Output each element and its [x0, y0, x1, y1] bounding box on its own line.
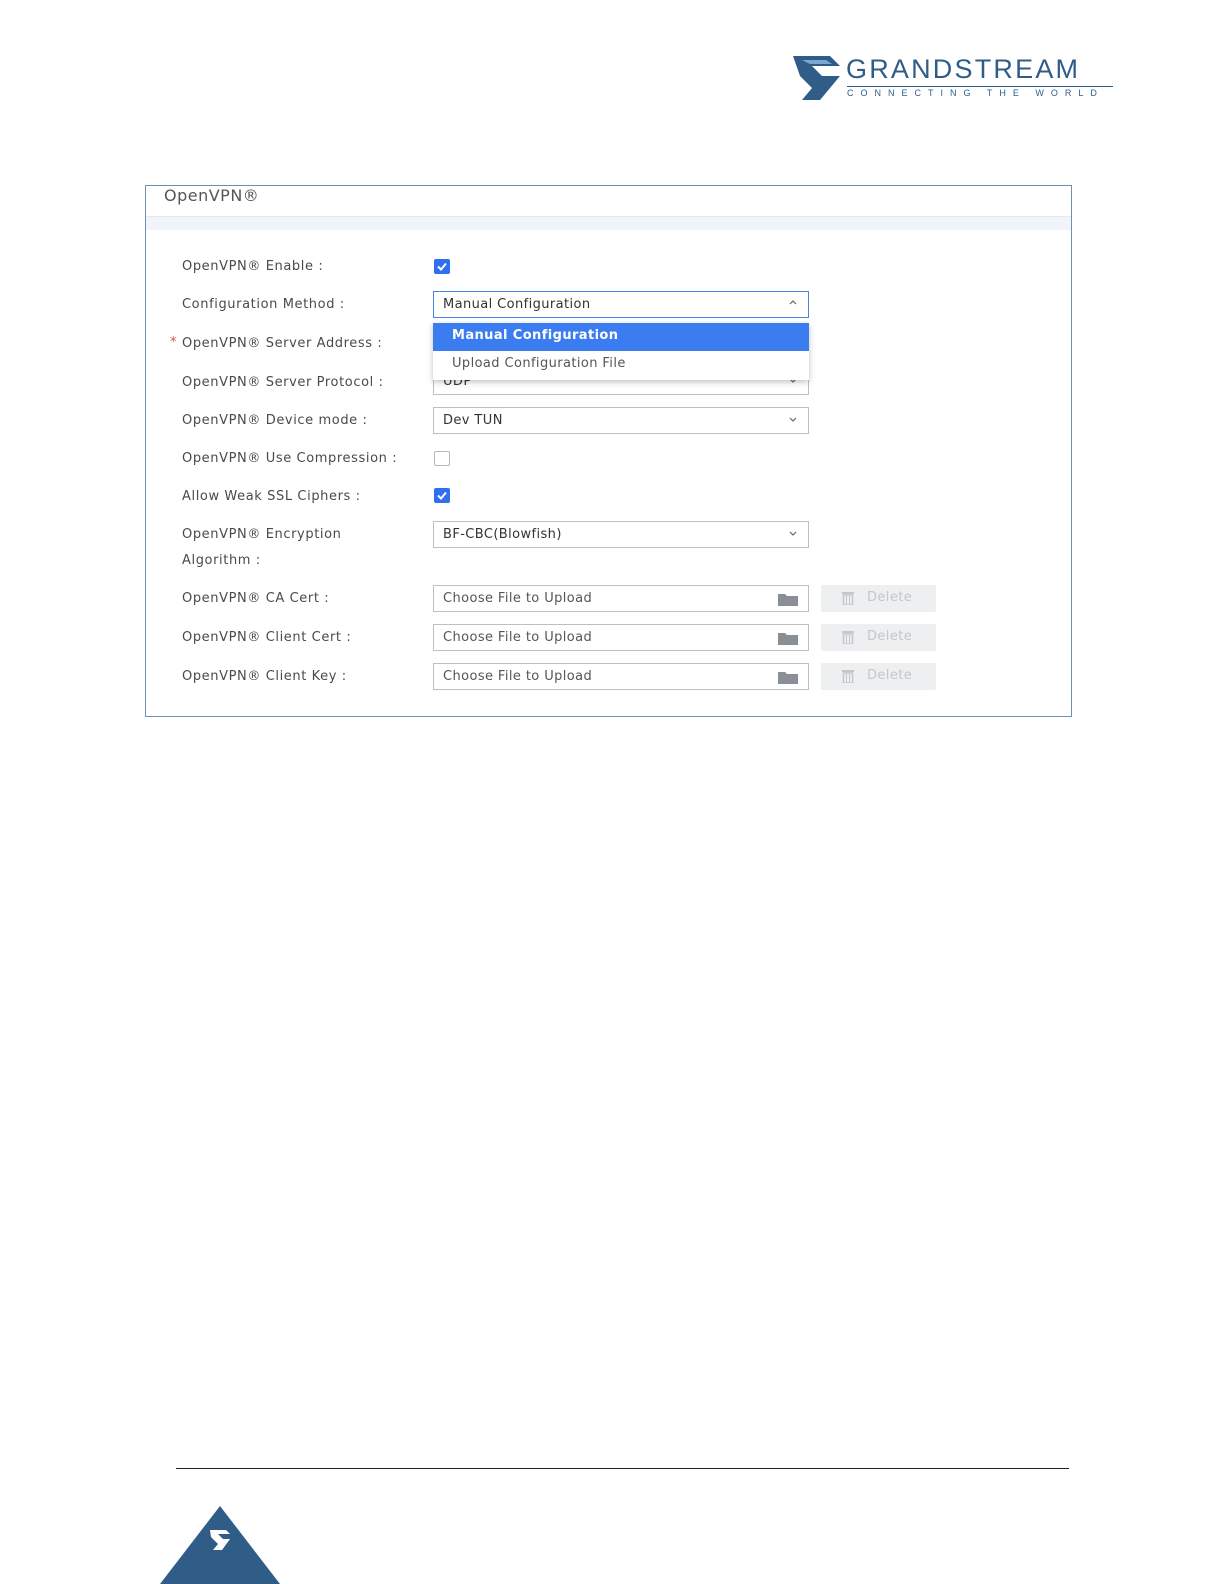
brand-rule — [847, 86, 1113, 87]
client-cert-file-input[interactable]: Choose File to Upload — [433, 624, 809, 651]
chevron-down-icon — [789, 417, 797, 422]
required-marker: * — [170, 335, 177, 350]
weak-ssl-label: Allow Weak SSL Ciphers : — [182, 489, 361, 504]
client-cert-label: OpenVPN® Client Cert : — [182, 630, 352, 645]
compression-checkbox[interactable] — [434, 451, 450, 466]
ca-cert-label: OpenVPN® CA Cert : — [182, 591, 330, 606]
grandstream-footer-icon — [160, 1506, 280, 1584]
footer-rule — [176, 1468, 1069, 1469]
client-key-file-input[interactable]: Choose File to Upload — [433, 663, 809, 690]
config-method-dropdown: Manual Configuration Upload Configuratio… — [433, 323, 809, 380]
client-cert-delete-button[interactable]: Delete — [821, 624, 936, 651]
folder-icon[interactable] — [778, 593, 798, 606]
option-label: Manual Configuration — [452, 328, 619, 343]
folder-icon[interactable] — [778, 671, 798, 684]
option-label: Upload Configuration File — [452, 356, 626, 371]
server-address-label: OpenVPN® Server Address : — [182, 336, 383, 351]
trash-icon — [842, 631, 854, 644]
encryption-value: BF-CBC(Blowfish) — [443, 527, 562, 542]
brand-tagline: CONNECTING THE WORLD — [847, 88, 1104, 98]
openvpn-panel: OpenVPN® OpenVPN® Enable : Configuration… — [145, 185, 1072, 717]
config-method-select[interactable]: Manual Configuration — [433, 291, 809, 318]
client-key-delete-button[interactable]: Delete — [821, 663, 936, 690]
compression-label: OpenVPN® Use Compression : — [182, 451, 398, 466]
encryption-select[interactable]: BF-CBC(Blowfish) — [433, 521, 809, 548]
file-placeholder: Choose File to Upload — [443, 591, 593, 606]
trash-icon — [842, 592, 854, 605]
encryption-label-line2: Algorithm : — [182, 553, 261, 568]
client-key-label: OpenVPN® Client Key : — [182, 669, 347, 684]
chevron-up-icon — [789, 300, 797, 305]
option-upload-configuration-file[interactable]: Upload Configuration File — [433, 351, 809, 379]
file-placeholder: Choose File to Upload — [443, 669, 593, 684]
brand-name: GRANDSTREAM — [846, 54, 1081, 84]
trash-icon — [842, 670, 854, 683]
server-protocol-label: OpenVPN® Server Protocol : — [182, 375, 384, 390]
delete-label: Delete — [867, 629, 913, 644]
config-method-value: Manual Configuration — [443, 297, 591, 312]
panel-header-band — [146, 216, 1071, 230]
folder-icon[interactable] — [778, 632, 798, 645]
enable-label: OpenVPN® Enable : — [182, 259, 324, 274]
delete-label: Delete — [867, 590, 913, 605]
grandstream-logo-icon — [793, 56, 840, 100]
device-mode-select[interactable]: Dev TUN — [433, 407, 809, 434]
chevron-down-icon — [789, 531, 797, 536]
panel-title: OpenVPN® — [164, 186, 260, 205]
grandstream-logo: GRANDSTREAM CONNECTING THE WORLD — [790, 52, 1120, 104]
ca-cert-file-input[interactable]: Choose File to Upload — [433, 585, 809, 612]
encryption-label-line1: OpenVPN® Encryption — [182, 527, 342, 542]
device-mode-value: Dev TUN — [443, 413, 503, 428]
delete-label: Delete — [867, 668, 913, 683]
check-icon — [437, 491, 447, 500]
option-manual-configuration[interactable]: Manual Configuration — [433, 323, 809, 351]
weak-ssl-checkbox[interactable] — [434, 488, 450, 503]
enable-checkbox[interactable] — [434, 259, 450, 274]
ca-cert-delete-button[interactable]: Delete — [821, 585, 936, 612]
check-icon — [437, 262, 447, 271]
device-mode-label: OpenVPN® Device mode : — [182, 413, 368, 428]
config-method-label: Configuration Method : — [182, 297, 345, 312]
file-placeholder: Choose File to Upload — [443, 630, 593, 645]
